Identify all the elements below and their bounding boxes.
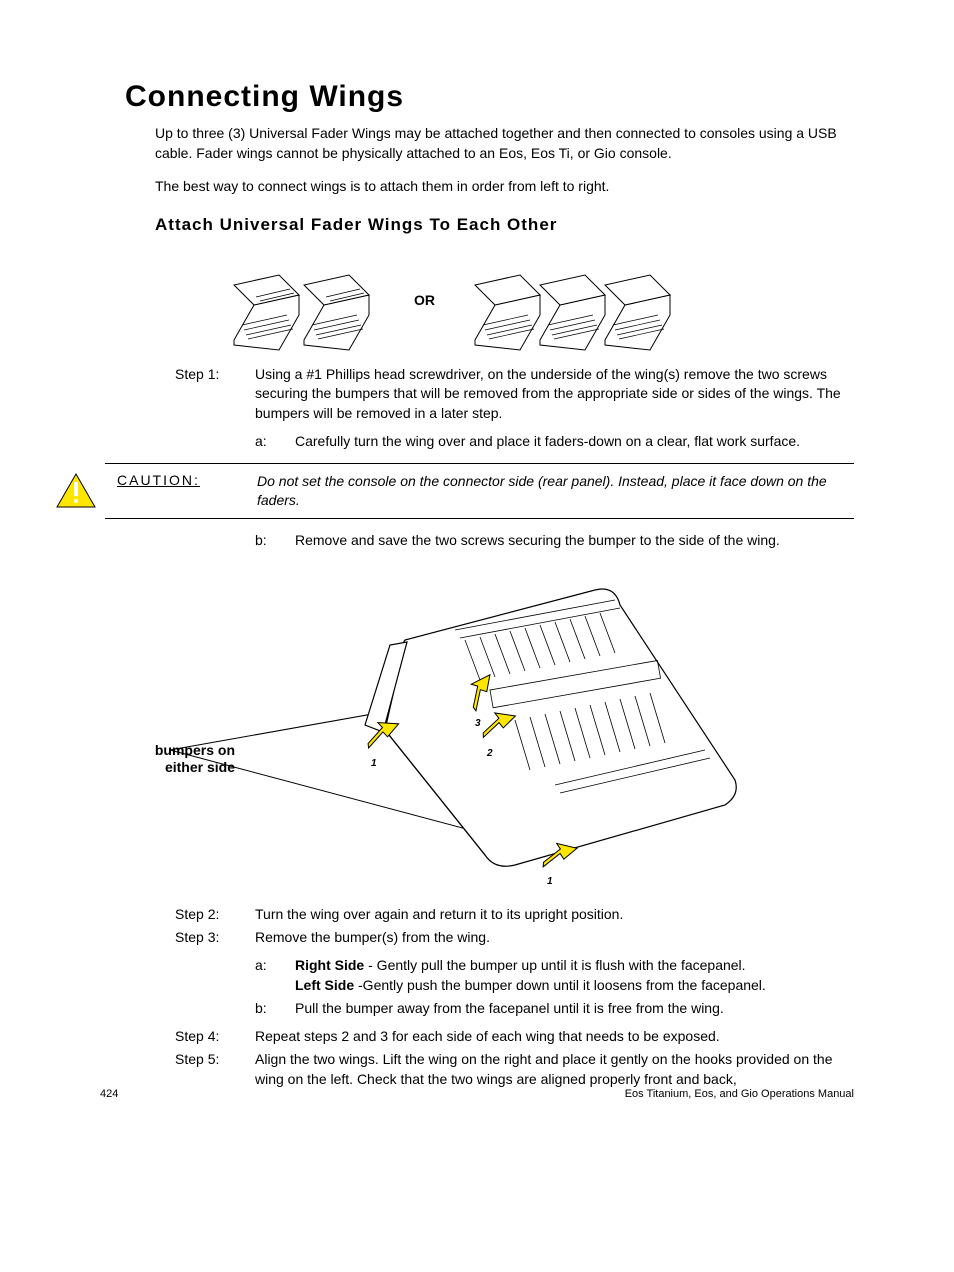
step-5-body: Align the two wings. Lift the wing on th… [255, 1050, 854, 1089]
step-2-body: Turn the wing over again and return it t… [255, 905, 854, 925]
intro-paragraph-2: The best way to connect wings is to atta… [155, 177, 854, 197]
step-3-label: Step 3: [175, 928, 255, 948]
step-3a-label: a: [255, 956, 295, 995]
wing-triple-diagram [465, 245, 685, 355]
svg-text:1: 1 [547, 876, 553, 887]
step-3-body: Remove the bumper(s) from the wing. [255, 928, 854, 948]
caution-text: Do not set the console on the connector … [257, 472, 854, 510]
figure-wing-detail: bumpers on either side [135, 570, 854, 890]
intro-paragraph-1: Up to three (3) Universal Fader Wings ma… [155, 124, 854, 163]
step-1a-body: Carefully turn the wing over and place i… [295, 432, 854, 452]
footer-text: Eos Titanium, Eos, and Gio Operations Ma… [625, 1088, 854, 1100]
or-label: OR [414, 292, 435, 308]
svg-text:1: 1 [371, 758, 377, 769]
page-number: 424 [100, 1088, 118, 1100]
bumpers-callout: bumpers on either side [135, 742, 235, 776]
step-4-label: Step 4: [175, 1027, 255, 1047]
wing-pair-diagram [224, 245, 384, 355]
page-title: Connecting Wings [125, 80, 854, 114]
step-3b-body: Pull the bumper away from the facepanel … [295, 999, 854, 1019]
step-1b-label: b: [255, 531, 295, 551]
figure-two-wings-or-three: OR [55, 245, 854, 355]
step-1a-label: a: [255, 432, 295, 452]
section-subtitle: Attach Universal Fader Wings To Each Oth… [155, 215, 854, 235]
step-1b-body: Remove and save the two screws securing … [295, 531, 854, 551]
caution-icon [55, 472, 97, 510]
step-4-body: Repeat steps 2 and 3 for each side of ea… [255, 1027, 854, 1047]
svg-text:2: 2 [486, 748, 493, 759]
caution-block: CAUTION: Do not set the console on the c… [105, 463, 854, 519]
caution-label: CAUTION: [117, 472, 237, 488]
step-1-body: Using a #1 Phillips head screwdriver, on… [255, 365, 854, 424]
step-3a-body: Right Side - Gently pull the bumper up u… [295, 956, 854, 995]
step-2-label: Step 2: [175, 905, 255, 925]
step-1-label: Step 1: [175, 365, 255, 424]
svg-text:3: 3 [475, 718, 481, 729]
step-3b-label: b: [255, 999, 295, 1019]
step-5-label: Step 5: [175, 1050, 255, 1089]
